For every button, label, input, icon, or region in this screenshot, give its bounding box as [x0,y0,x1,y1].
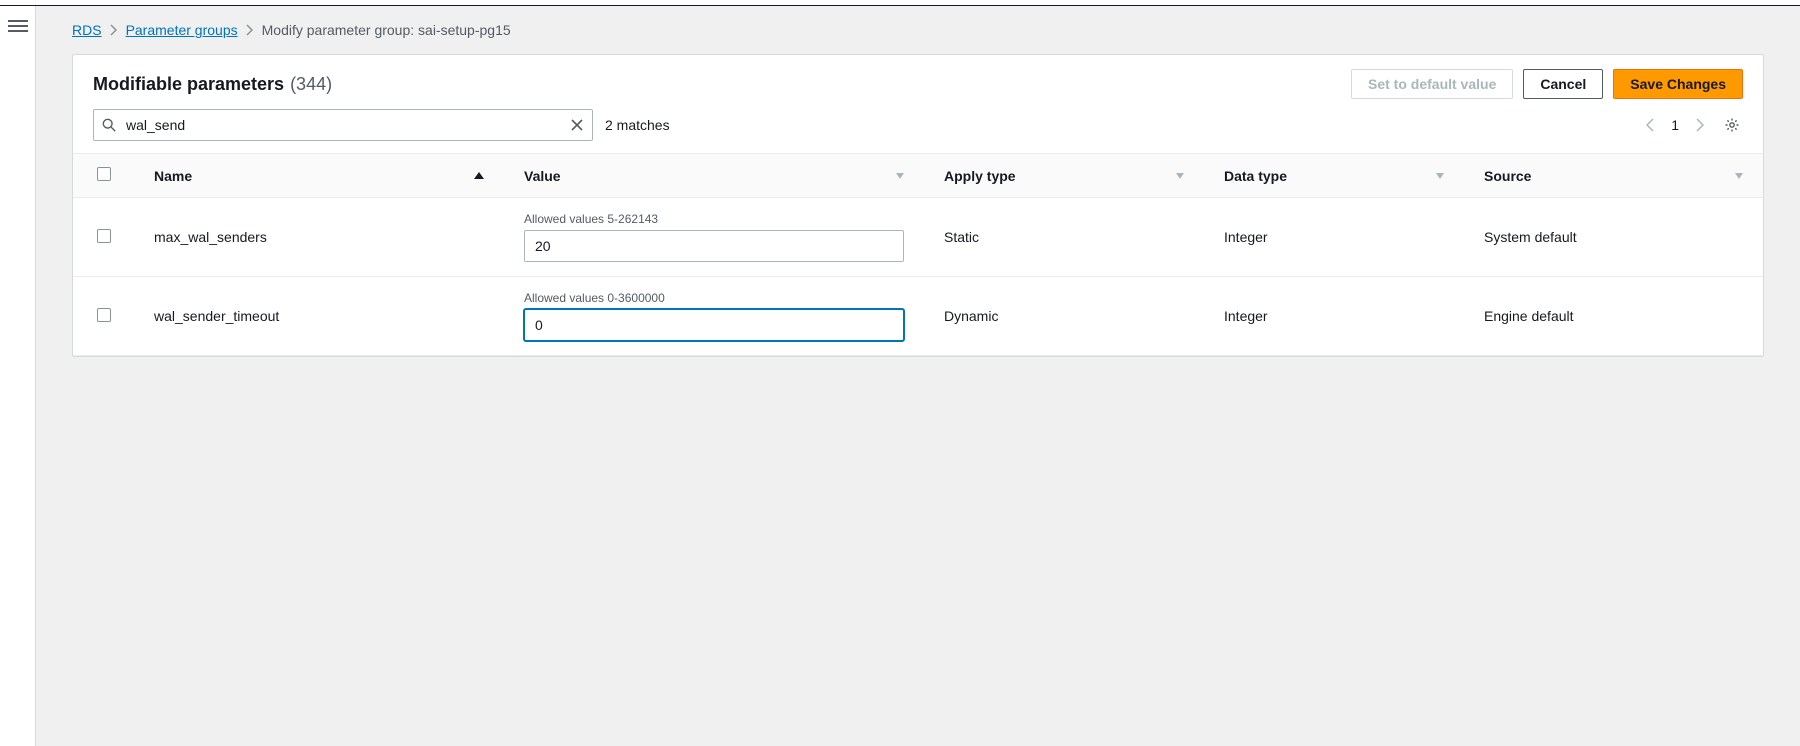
sort-icon [896,173,904,179]
column-header-name[interactable]: Name [134,154,504,198]
column-header-source[interactable]: Source [1464,154,1763,198]
data-type-cell: Integer [1204,277,1464,356]
column-header-data-type[interactable]: Data type [1204,154,1464,198]
match-count: 2 matches [605,117,670,133]
parameter-value-input[interactable] [524,309,904,341]
allowed-values-label: Allowed values 5-262143 [524,212,904,226]
parameters-panel: Modifiable parameters (344) Set to defau… [72,54,1764,357]
table-row: max_wal_senders Allowed values 5-262143 St… [73,198,1763,277]
pagination: 1 [1639,114,1743,136]
main-content: RDS Parameter groups Modify parameter gr… [36,6,1800,746]
sort-icon [1176,173,1184,179]
table-row: wal_sender_timeout Allowed values 0-36000… [73,277,1763,356]
column-header-value[interactable]: Value [504,154,924,198]
sort-icon [1436,173,1444,179]
panel-count: (344) [290,74,332,95]
column-label: Source [1484,168,1531,184]
sort-icon [1735,173,1743,179]
chevron-right-icon [246,24,254,36]
clear-search-icon[interactable] [570,118,584,132]
prev-page-icon [1639,114,1661,136]
page-number: 1 [1671,117,1679,133]
column-header-apply-type[interactable]: Apply type [924,154,1204,198]
allowed-values-label: Allowed values 0-3600000 [524,291,904,305]
apply-type-cell: Dynamic [924,277,1204,356]
breadcrumb: RDS Parameter groups Modify parameter gr… [72,22,1764,38]
cancel-button[interactable]: Cancel [1523,69,1603,99]
source-cell: Engine default [1464,277,1763,356]
sidebar-collapsed [0,6,36,746]
search-icon [102,118,116,132]
next-page-icon [1689,114,1711,136]
panel-title-text: Modifiable parameters [93,74,284,95]
source-cell: System default [1464,198,1763,277]
set-default-button: Set to default value [1351,69,1513,99]
data-type-cell: Integer [1204,198,1464,277]
search-input[interactable] [124,116,562,134]
parameter-name: wal_sender_timeout [134,277,504,356]
search-box[interactable] [93,109,593,141]
row-checkbox[interactable] [97,229,111,243]
breadcrumb-parameter-groups[interactable]: Parameter groups [126,22,238,38]
sort-ascending-icon [474,172,484,179]
apply-type-cell: Static [924,198,1204,277]
settings-gear-icon[interactable] [1721,114,1743,136]
row-checkbox[interactable] [97,308,111,322]
panel-title: Modifiable parameters (344) [93,74,332,95]
hamburger-icon[interactable] [8,16,28,36]
parameters-table: Name Value Apply type Data type Source [73,153,1763,356]
column-label: Name [154,168,192,184]
parameter-name: max_wal_senders [134,198,504,277]
column-label: Data type [1224,168,1287,184]
column-label: Apply type [944,168,1016,184]
save-changes-button[interactable]: Save Changes [1613,69,1743,99]
parameter-value-input[interactable] [524,230,904,262]
breadcrumb-current: Modify parameter group: sai-setup-pg15 [262,22,511,38]
breadcrumb-rds[interactable]: RDS [72,22,102,38]
column-label: Value [524,168,561,184]
chevron-right-icon [110,24,118,36]
select-all-checkbox[interactable] [97,167,111,181]
